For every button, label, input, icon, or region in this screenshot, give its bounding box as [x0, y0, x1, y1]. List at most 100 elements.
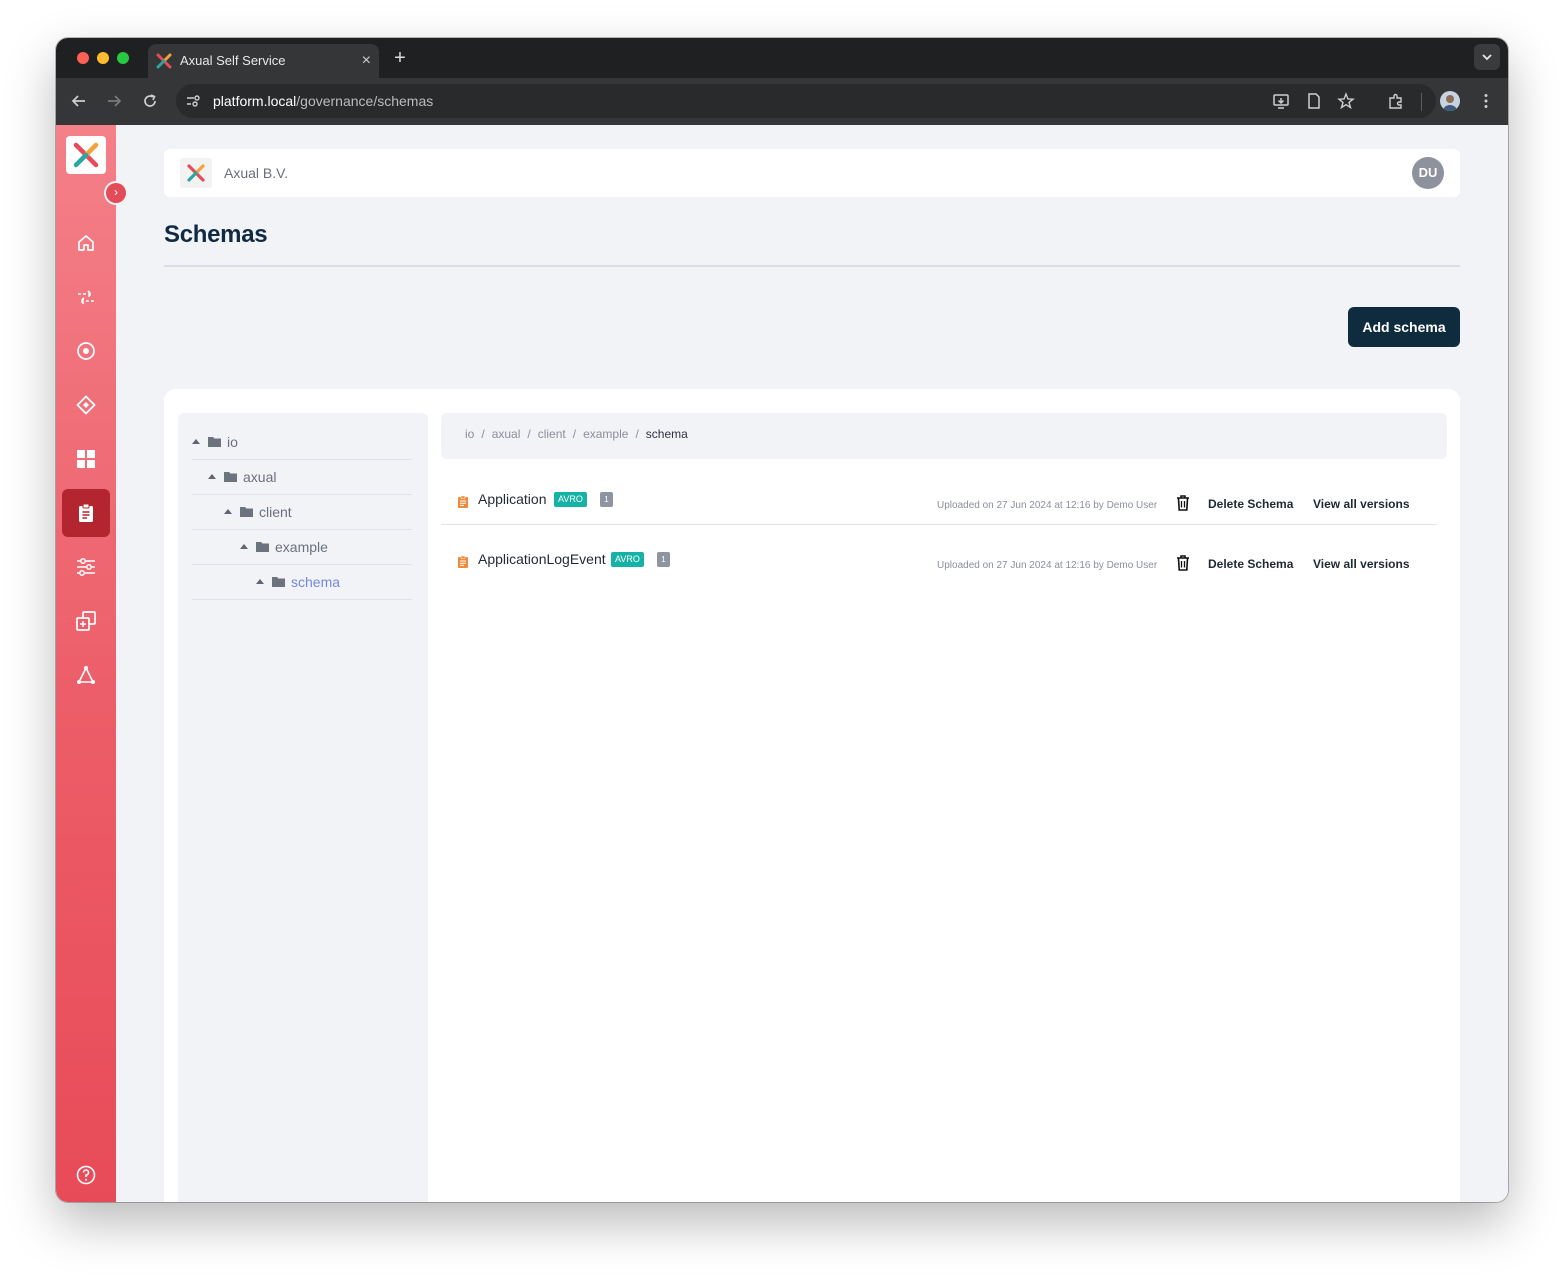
trash-icon[interactable] — [1176, 555, 1190, 571]
axual-logo-icon — [187, 164, 205, 182]
delete-schema-button[interactable]: Delete Schema — [1208, 557, 1293, 571]
environments-icon — [77, 342, 95, 360]
schemas-panel: io axual client example schema io / axua… — [164, 389, 1460, 1202]
axual-logo[interactable] — [66, 136, 106, 174]
back-arrow-icon[interactable] — [70, 92, 88, 110]
help-icon[interactable] — [76, 1165, 96, 1185]
bookmark-star-icon[interactable] — [1337, 92, 1355, 110]
nav-settings[interactable] — [62, 543, 110, 591]
tree-node-client[interactable]: client — [192, 495, 412, 530]
tree-label: client — [259, 504, 292, 520]
caret-up-icon[interactable] — [240, 544, 248, 549]
folder-icon — [272, 577, 285, 587]
schema-name-link[interactable]: Application — [478, 491, 547, 507]
person-icon — [1443, 95, 1457, 111]
caret-up-icon[interactable] — [224, 509, 232, 514]
tree-node-io[interactable]: io — [192, 425, 412, 460]
profile-avatar[interactable] — [1440, 91, 1460, 111]
add-schema-button[interactable]: Add schema — [1348, 307, 1460, 347]
tab-title: Axual Self Service — [180, 53, 286, 68]
url-path: /governance/schemas — [296, 93, 434, 109]
nav-schemas[interactable] — [62, 489, 110, 537]
schemas-icon — [79, 503, 93, 522]
chevron-down-icon — [1482, 54, 1492, 61]
nav-streams[interactable] — [62, 273, 110, 321]
view-all-versions-link[interactable]: View all versions — [1313, 557, 1410, 571]
address-bar[interactable]: platform.local/governance/schemas — [176, 84, 1436, 118]
streams-icon — [78, 290, 94, 305]
org-name: Axual B.V. — [224, 165, 289, 181]
nav-dashboard[interactable] — [62, 435, 110, 483]
tree-label: io — [227, 434, 238, 450]
nav-environments[interactable] — [62, 327, 110, 375]
delete-schema-button[interactable]: Delete Schema — [1208, 497, 1293, 511]
sidebar-expand-button[interactable]: › — [106, 183, 126, 203]
nav-copy[interactable] — [62, 597, 110, 645]
tree-node-axual[interactable]: axual — [192, 460, 412, 495]
reload-icon[interactable] — [141, 92, 159, 110]
url-text: platform.local/governance/schemas — [213, 84, 433, 118]
folder-icon — [240, 507, 253, 517]
breadcrumb-item[interactable]: client — [538, 427, 566, 441]
applications-icon — [76, 395, 96, 415]
settings-sliders-icon — [77, 558, 95, 576]
browser-tab[interactable]: Axual Self Service × — [148, 44, 379, 78]
breadcrumb-separator: / — [635, 427, 639, 441]
schema-document-icon — [458, 556, 468, 568]
maximize-window-button[interactable] — [117, 52, 129, 64]
close-window-button[interactable] — [77, 52, 89, 64]
breadcrumb-separator: / — [481, 427, 485, 441]
top-bar: Axual B.V. DU — [164, 149, 1460, 197]
axual-favicon-icon — [156, 53, 172, 69]
folder-icon — [224, 472, 237, 482]
user-avatar[interactable]: DU — [1412, 157, 1444, 189]
nav-home[interactable] — [62, 219, 110, 267]
sidebar — [56, 125, 116, 1202]
caret-up-icon[interactable] — [208, 474, 216, 479]
breadcrumb-item[interactable]: axual — [492, 427, 521, 441]
schema-name-link[interactable]: ApplicationLogEvent — [478, 551, 606, 567]
schema-row: ApplicationLogEvent AVRO 1 Uploaded on 2… — [441, 529, 1437, 585]
schema-type-badge: AVRO — [554, 492, 587, 507]
breadcrumb-separator: / — [527, 427, 531, 441]
org-logo — [180, 158, 212, 188]
breadcrumb-item[interactable]: io — [465, 427, 474, 441]
nav-topology[interactable] — [62, 651, 110, 699]
toolbar-divider — [1421, 93, 1422, 111]
axual-logo-icon — [73, 142, 99, 168]
tab-strip: Axual Self Service × + — [56, 38, 1508, 78]
tree-label: schema — [291, 574, 341, 590]
breadcrumb-separator: / — [572, 427, 577, 441]
install-app-icon[interactable] — [1272, 92, 1290, 110]
caret-up-icon[interactable] — [192, 439, 200, 444]
breadcrumb-item[interactable]: example — [583, 427, 628, 441]
schema-type-badge: AVRO — [611, 552, 644, 567]
caret-up-icon[interactable] — [256, 579, 264, 584]
trash-icon[interactable] — [1176, 495, 1190, 511]
folder-icon — [208, 437, 221, 447]
browser-menu-icon[interactable] — [1477, 92, 1495, 110]
page-title: Schemas — [164, 221, 268, 248]
nav-applications[interactable] — [62, 381, 110, 429]
new-tab-button[interactable]: + — [390, 44, 410, 72]
forward-arrow-icon[interactable] — [105, 92, 123, 110]
page-icon[interactable] — [1305, 92, 1323, 110]
tree-node-example[interactable]: example — [192, 530, 412, 565]
title-divider — [164, 265, 1460, 267]
version-count-badge: 1 — [600, 492, 613, 507]
schema-row: Application AVRO 1 Uploaded on 27 Jun 20… — [441, 469, 1437, 525]
site-settings-icon[interactable] — [185, 93, 201, 109]
topology-icon — [77, 666, 95, 684]
copy-icon — [76, 611, 96, 631]
view-all-versions-link[interactable]: View all versions — [1313, 497, 1410, 511]
breadcrumb-current: schema — [645, 427, 688, 441]
folder-icon — [256, 542, 269, 552]
minimize-window-button[interactable] — [97, 52, 109, 64]
tree-label: example — [275, 539, 328, 555]
browser-toolbar: platform.local/governance/schemas — [56, 78, 1508, 125]
tab-close-icon[interactable]: × — [362, 44, 371, 78]
tree-node-schema[interactable]: schema — [192, 565, 412, 600]
extensions-icon[interactable] — [1387, 92, 1405, 110]
tab-search-button[interactable] — [1474, 44, 1500, 70]
upload-info: Uploaded on 27 Jun 2024 at 12:16 by Demo… — [937, 500, 1158, 511]
